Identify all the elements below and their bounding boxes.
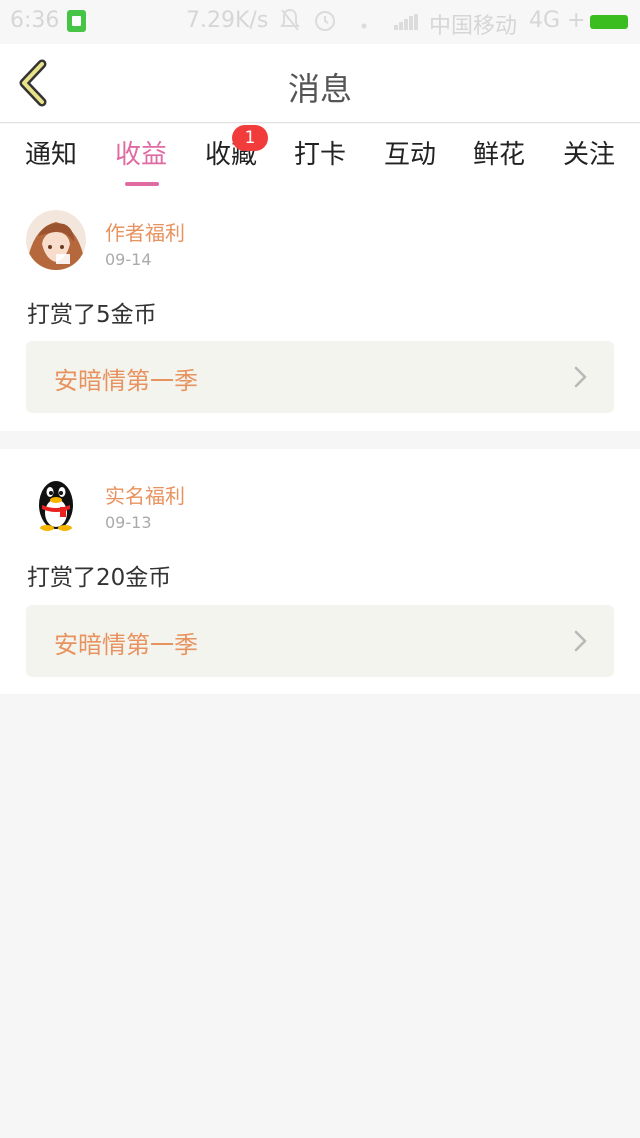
sim-icon <box>67 10 86 32</box>
tab-label: 打卡 <box>293 140 346 170</box>
bell-off-icon <box>280 8 300 38</box>
tab-follow[interactable]: 关注 <box>544 134 634 171</box>
carrier-name: 中国移动 <box>429 14 518 39</box>
message-date: 09-13 <box>105 513 152 532</box>
qq-penguin-avatar[interactable] <box>26 473 86 533</box>
page-title: 消息 <box>287 70 352 108</box>
message-card: 实名福利 09-13 打赏了20金币 安暗情第一季 <box>0 449 640 694</box>
tab-label: 鲜花 <box>472 140 525 170</box>
message-card: 作者福利 09-14 打赏了5金币 安暗情第一季 <box>0 186 640 431</box>
message-date: 09-14 <box>105 250 152 269</box>
header-bar: 消息 <box>0 44 640 123</box>
wifi-icon <box>352 8 376 38</box>
tab-label: 通知 <box>24 140 77 170</box>
anime-girl-avatar[interactable] <box>26 210 86 270</box>
network-speed: 7.29K/s <box>186 8 269 33</box>
tab-label: 互动 <box>383 140 436 170</box>
message-author: 实名福利 <box>105 484 185 508</box>
message-author: 作者福利 <box>105 221 185 245</box>
chevron-right-icon <box>574 366 587 388</box>
tab-earnings[interactable]: 收益 <box>96 134 186 186</box>
book-link[interactable]: 安暗情第一季 <box>26 605 614 677</box>
tab-favorites[interactable]: 收藏 1 <box>186 125 276 171</box>
chevron-right-icon <box>574 630 587 652</box>
tab-flowers[interactable]: 鲜花 <box>454 134 544 171</box>
tab-interaction[interactable]: 互动 <box>365 134 455 171</box>
status-time: 6:36 <box>10 8 60 33</box>
tab-label: 收益 <box>114 140 167 170</box>
tab-bar: 通知 收益 收藏 1 打卡 互动 鲜花 关注 <box>0 124 640 186</box>
book-link[interactable]: 安暗情第一季 <box>26 341 614 413</box>
signal-icon <box>394 14 418 30</box>
alarm-icon <box>312 7 338 39</box>
unread-badge: 1 <box>232 125 268 151</box>
tab-checkin[interactable]: 打卡 <box>275 134 365 171</box>
tab-notifications[interactable]: 通知 <box>6 134 96 171</box>
network-type: 4G + <box>529 8 586 33</box>
message-content: 打赏了5金币 <box>27 302 157 328</box>
message-content: 打赏了20金币 <box>27 565 172 591</box>
status-bar: 6:36 7.29K/s 中国移动 4G + <box>0 0 640 44</box>
book-title: 安暗情第一季 <box>54 367 198 395</box>
book-title: 安暗情第一季 <box>54 631 198 659</box>
tab-label: 关注 <box>562 140 615 170</box>
battery-icon <box>590 15 628 29</box>
